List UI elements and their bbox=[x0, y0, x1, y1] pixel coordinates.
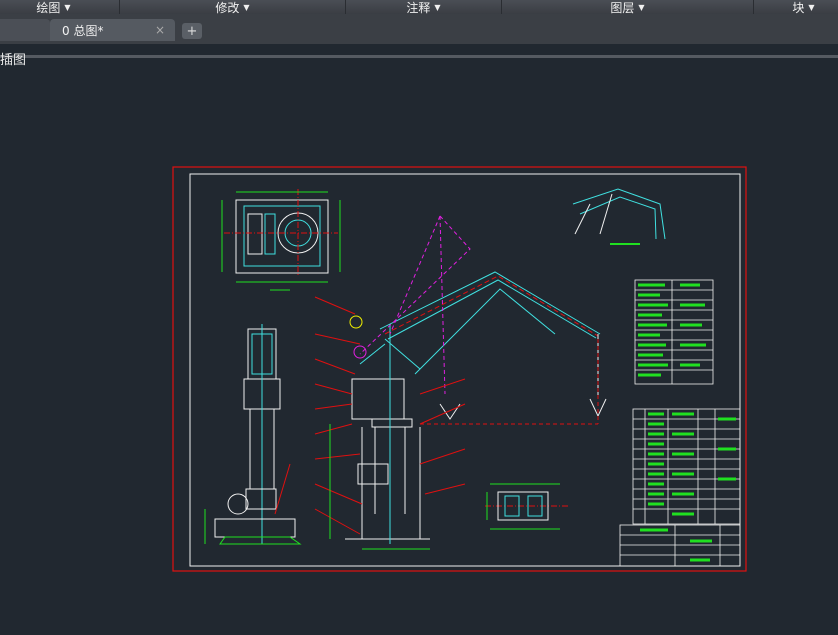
chevron-down-icon: ▼ bbox=[808, 2, 815, 12]
boom-detail-view bbox=[572, 188, 666, 245]
gear-detail-view bbox=[221, 189, 341, 291]
chevron-down-icon: ▼ bbox=[243, 2, 250, 12]
shaft-detail-view bbox=[485, 483, 570, 530]
tab-previous[interactable] bbox=[0, 19, 50, 41]
sheet-outer-frame bbox=[172, 166, 747, 572]
panel-block[interactable]: 块 ▼ bbox=[754, 0, 838, 15]
side-elevation-view bbox=[204, 324, 302, 545]
title-block bbox=[619, 524, 741, 567]
bill-of-materials-table bbox=[632, 408, 741, 525]
close-icon[interactable]: × bbox=[155, 23, 165, 37]
panel-modify[interactable]: 修改 ▼ bbox=[120, 0, 346, 15]
ribbon-panel-bar: 绘图 ▼ 修改 ▼ 注释 ▼ 图层 ▼ 块 ▼ bbox=[0, 0, 838, 15]
chevron-down-icon: ▼ bbox=[434, 2, 441, 12]
tab-active-drawing[interactable]: 0 总图* × bbox=[50, 19, 175, 41]
chevron-down-icon: ▼ bbox=[64, 2, 71, 12]
crane-main-elevation bbox=[314, 215, 607, 550]
panel-draw[interactable]: 绘图 ▼ bbox=[0, 0, 120, 15]
panel-annotate[interactable]: 注释 ▼ bbox=[346, 0, 502, 15]
panel-layers[interactable]: 图层 ▼ bbox=[502, 0, 754, 15]
add-tab-button[interactable]: + bbox=[182, 23, 202, 39]
tab-label: 0 总图* bbox=[62, 23, 104, 38]
parameter-table bbox=[634, 279, 714, 385]
drawing-canvas[interactable] bbox=[0, 44, 838, 635]
file-tab-bar: 0 总图* × + bbox=[0, 14, 838, 58]
chevron-down-icon: ▼ bbox=[638, 2, 645, 12]
viewport-label[interactable]: 插图 bbox=[0, 49, 26, 68]
